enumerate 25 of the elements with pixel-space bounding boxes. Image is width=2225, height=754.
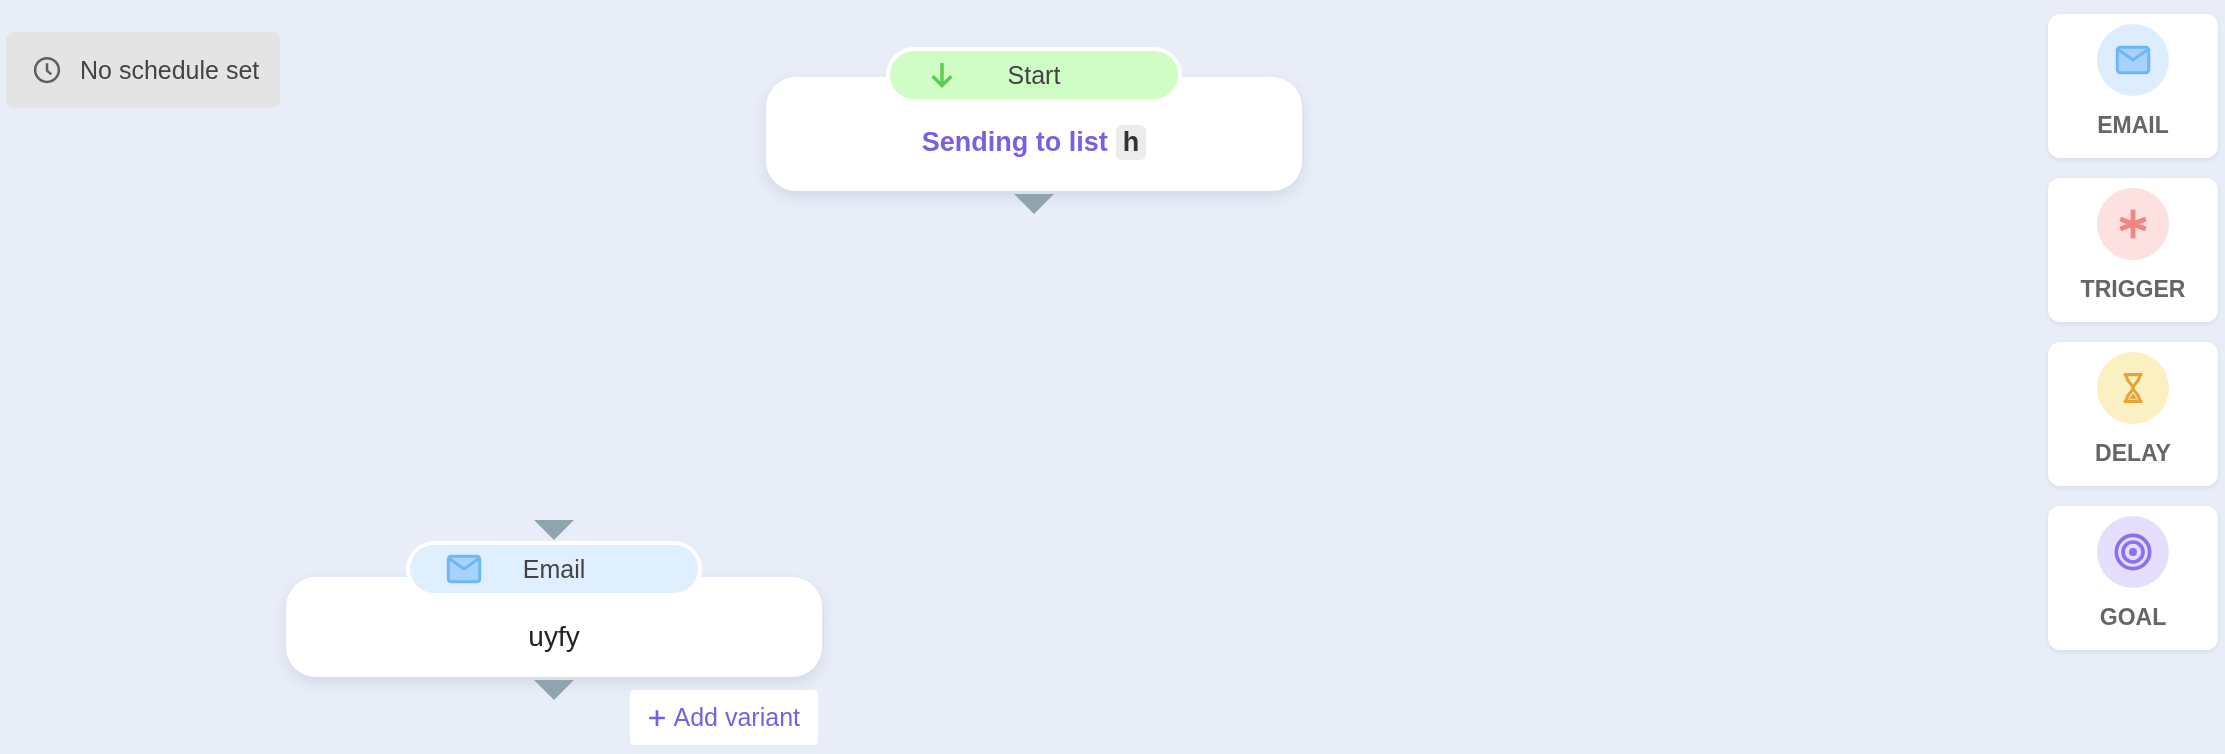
palette-item[interactable]: TRIGGER — [2048, 178, 2218, 322]
email-subject: uyfy — [528, 621, 580, 653]
connector-arrow — [534, 680, 574, 700]
palette-label: DELAY — [2095, 440, 2171, 467]
envelope-icon — [446, 554, 482, 584]
palette-item[interactable]: EMAIL — [2048, 14, 2218, 158]
palette-label: GOAL — [2099, 604, 2167, 631]
envelope-icon — [2115, 45, 2151, 75]
clock-icon — [32, 55, 62, 85]
schedule-badge[interactable]: No schedule set — [6, 32, 280, 108]
node-header[interactable]: Email — [410, 545, 698, 593]
target-icon — [2113, 532, 2153, 572]
node-card[interactable]: uyfy — [286, 577, 822, 677]
node-header[interactable]: Start — [890, 51, 1178, 99]
palette-label: TRIGGER — [2080, 276, 2186, 303]
list-label: Sending to list — [921, 126, 1108, 158]
list-tag: h — [1115, 124, 1147, 160]
connector-arrow — [534, 520, 574, 540]
plus-icon — [647, 708, 666, 727]
palette-label: EMAIL — [2097, 112, 2169, 139]
palette-item[interactable]: DELAY — [2048, 342, 2218, 486]
schedule-label: No schedule set — [80, 55, 260, 85]
palette-item[interactable]: GOAL — [2048, 506, 2218, 650]
connector-arrow — [1014, 194, 1054, 214]
add-variant-button[interactable]: Add variant — [629, 690, 818, 745]
